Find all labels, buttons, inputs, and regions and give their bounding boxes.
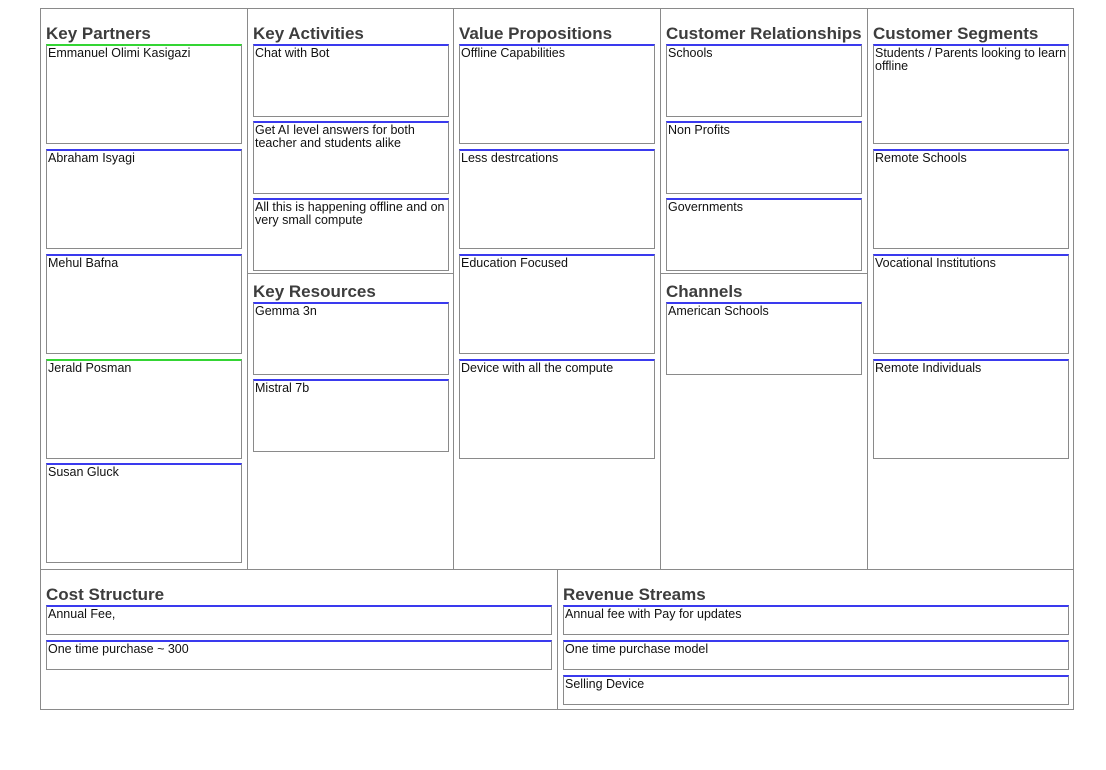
value-proposition-note[interactable]: Offline Capabilities <box>459 44 655 144</box>
channels-title: Channels <box>666 282 743 301</box>
value-proposition-note[interactable]: Less destrcations <box>459 149 655 249</box>
key-activities-title: Key Activities <box>253 24 364 43</box>
customer-relationship-note[interactable]: Governments <box>666 198 862 271</box>
customer-relationship-note[interactable]: Non Profits <box>666 121 862 194</box>
key-partners-title: Key Partners <box>46 24 151 43</box>
key-resources-title: Key Resources <box>253 282 376 301</box>
cost-note[interactable]: Annual Fee, <box>46 605 552 635</box>
revenue-note[interactable]: Selling Device <box>563 675 1069 705</box>
revenue-streams-title: Revenue Streams <box>563 585 706 604</box>
customer-relationships-column: Customer Relationships Schools Non Profi… <box>661 9 868 569</box>
revenue-note[interactable]: Annual fee with Pay for updates <box>563 605 1069 635</box>
customer-segment-note[interactable]: Vocational Institutions <box>873 254 1069 354</box>
customer-segments-column: Customer Segments Students / Parents loo… <box>868 9 1073 569</box>
customer-segment-note[interactable]: Students / Parents looking to learn offl… <box>873 44 1069 144</box>
key-activities-column: Key Activities Chat with Bot Get AI leve… <box>248 9 454 569</box>
key-partners-column: Key Partners Emmanuel Olimi Kasigazi Abr… <box>41 9 248 569</box>
value-proposition-note[interactable]: Education Focused <box>459 254 655 354</box>
value-propositions-column: Value Propositions Offline Capabilities … <box>454 9 661 569</box>
key-partner-note[interactable]: Emmanuel Olimi Kasigazi <box>46 44 242 144</box>
key-partner-note[interactable]: Mehul Bafna <box>46 254 242 354</box>
section-divider <box>661 273 867 274</box>
key-resource-note[interactable]: Gemma 3n <box>253 302 449 375</box>
key-partner-note[interactable]: Susan Gluck <box>46 463 242 563</box>
customer-relationship-note[interactable]: Schools <box>666 44 862 117</box>
cost-note[interactable]: One time purchase ~ 300 <box>46 640 552 670</box>
key-activity-note[interactable]: All this is happening offline and on ver… <box>253 198 449 271</box>
customer-relationships-title: Customer Relationships <box>666 24 862 43</box>
key-resource-note[interactable]: Mistral 7b <box>253 379 449 452</box>
customer-segments-title: Customer Segments <box>873 24 1039 43</box>
key-activity-note[interactable]: Get AI level answers for both teacher an… <box>253 121 449 194</box>
value-proposition-note[interactable]: Device with all the compute <box>459 359 655 459</box>
key-partner-note[interactable]: Jerald Posman <box>46 359 242 459</box>
revenue-note[interactable]: One time purchase model <box>563 640 1069 670</box>
section-divider <box>248 273 453 274</box>
cost-structure-title: Cost Structure <box>46 585 165 604</box>
key-activity-note[interactable]: Chat with Bot <box>253 44 449 117</box>
cost-structure-section: Cost Structure Annual Fee, One time purc… <box>41 569 558 710</box>
value-propositions-title: Value Propositions <box>459 24 613 43</box>
key-partner-note[interactable]: Abraham Isyagi <box>46 149 242 249</box>
business-model-canvas: Key Partners Emmanuel Olimi Kasigazi Abr… <box>40 8 1074 710</box>
customer-segment-note[interactable]: Remote Individuals <box>873 359 1069 459</box>
customer-segment-note[interactable]: Remote Schools <box>873 149 1069 249</box>
channel-note[interactable]: American Schools <box>666 302 862 375</box>
revenue-streams-section: Revenue Streams Annual fee with Pay for … <box>558 569 1073 710</box>
